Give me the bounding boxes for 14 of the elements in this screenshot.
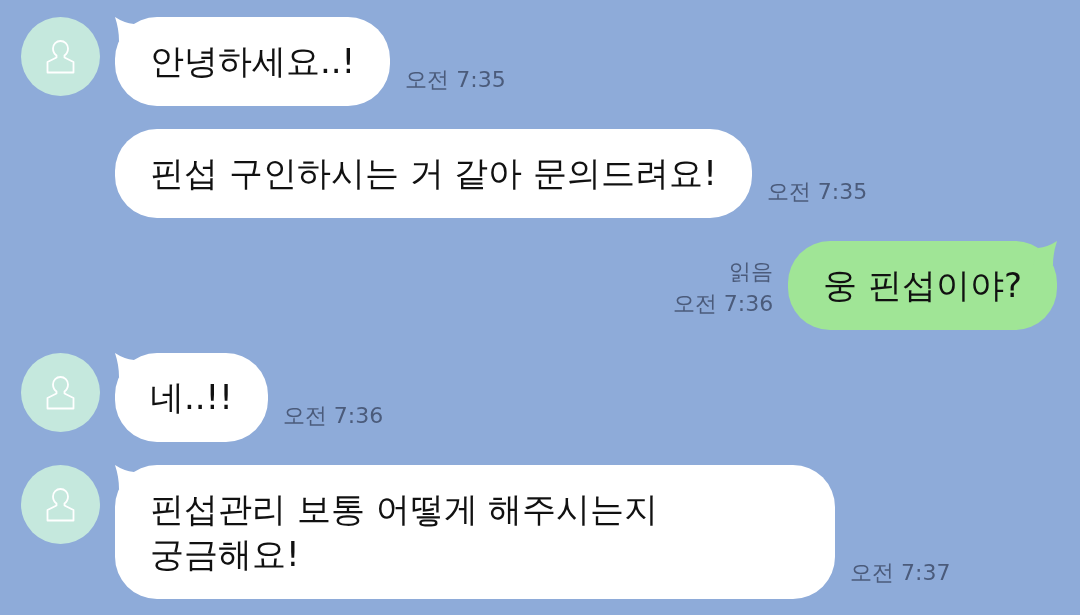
message-time: 오전 7:37 bbox=[850, 559, 951, 587]
read-receipt: 읽음 bbox=[729, 258, 774, 286]
message-text: 핀섭 구인하시는 거 같아 문의드려요! bbox=[150, 153, 717, 193]
message-time: 오전 7:36 bbox=[282, 402, 384, 430]
message-text: 네..!! bbox=[150, 377, 233, 417]
message-time: 오전 7:35 bbox=[405, 66, 506, 94]
message-text: 핀섭관리 보통 어떻게 해주시는지 궁금해요! bbox=[150, 489, 659, 574]
avatar-icon[interactable] bbox=[21, 353, 100, 432]
message-time: 오전 7:36 bbox=[672, 290, 774, 318]
avatar-icon[interactable] bbox=[21, 465, 100, 544]
avatar-icon[interactable] bbox=[21, 17, 100, 96]
message-text: 안녕하세요..! bbox=[150, 41, 356, 81]
message-time: 오전 7:35 bbox=[766, 178, 868, 206]
message-text: 웅 핀섭이야? bbox=[823, 265, 1022, 305]
